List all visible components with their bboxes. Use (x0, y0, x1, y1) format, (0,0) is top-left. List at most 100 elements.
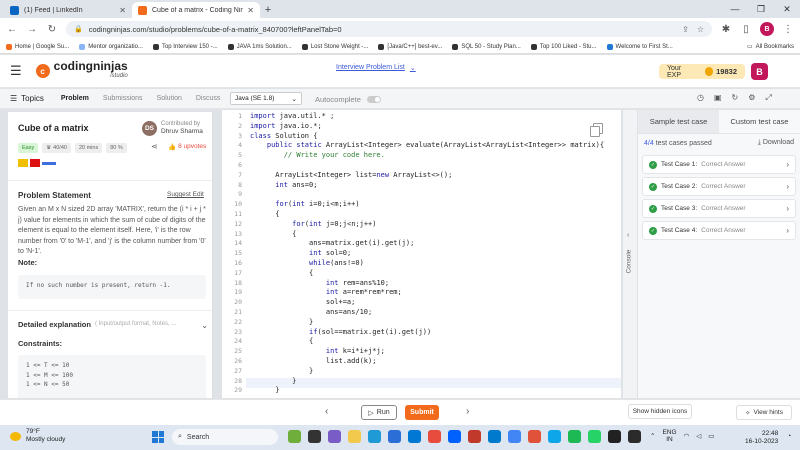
tab-solution[interactable]: Solution (150, 89, 189, 109)
upvote-button[interactable]: 👍 8 upvotes (168, 143, 206, 151)
edge-icon[interactable] (368, 430, 381, 443)
app-icon[interactable] (628, 430, 641, 443)
browser-icon[interactable] (508, 430, 521, 443)
code-line[interactable]: ArrayList<Integer> list=new ArrayList<>(… (250, 171, 452, 181)
file-explorer-icon[interactable] (348, 430, 361, 443)
reset-icon[interactable]: ↻ (732, 93, 739, 103)
exp-badge[interactable]: Your EXP 19832 (659, 64, 745, 79)
code-line[interactable]: { (250, 337, 313, 347)
chrome-icon[interactable] (388, 430, 401, 443)
settings-icon[interactable]: ⚙ (748, 93, 755, 103)
start-button[interactable] (152, 431, 164, 443)
test-case-item[interactable]: ✓ Test Case 2: Correct Answer › (642, 177, 796, 196)
extensions-icon[interactable]: ✱ (720, 24, 732, 35)
browser-tab-linkedin[interactable]: (1) Feed | LinkedIn ✕ (4, 2, 132, 18)
url-field[interactable]: 🔒 codingninjas.com/studio/problems/cube-… (66, 21, 712, 37)
close-icon[interactable]: ✕ (247, 6, 254, 15)
tab-submissions[interactable]: Submissions (96, 89, 150, 109)
teams-icon[interactable] (328, 430, 341, 443)
notification-icon[interactable]: ◔ (787, 433, 791, 440)
bookmark-item[interactable]: JAVA 1ms Solution... (227, 43, 292, 50)
interview-problem-list-link[interactable]: Interview Problem List ⌄ (336, 64, 416, 72)
forward-icon[interactable]: → (26, 24, 38, 35)
code-line[interactable]: list.add(k); (250, 357, 377, 367)
volume-icon[interactable]: ◁ (696, 432, 701, 440)
chevron-up-icon[interactable]: ⌃ (650, 432, 655, 440)
code-line[interactable]: int a=rem*rem*rem; (250, 288, 402, 298)
code-line[interactable]: int sol=0; (250, 249, 351, 259)
menu-dots-icon[interactable]: ⋮ (782, 24, 794, 35)
next-problem-icon[interactable]: › (466, 406, 469, 417)
wifi-icon[interactable]: ◠ (684, 432, 690, 440)
timer-icon[interactable]: ◷ (697, 93, 704, 103)
reload-icon[interactable]: ↻ (46, 24, 58, 35)
hamburger-menu-icon[interactable]: ☰ (10, 63, 22, 79)
code-line[interactable]: import java.io.*; (250, 122, 322, 132)
copy-icon[interactable] (590, 123, 603, 137)
task-view-icon[interactable] (308, 430, 321, 443)
tab-problem[interactable]: Problem (54, 89, 96, 109)
bookmark-item[interactable]: Lost Stone Weight -... (301, 43, 368, 50)
code-line[interactable]: // Write your code here. (250, 151, 385, 161)
code-line[interactable]: } (250, 386, 279, 396)
language-indicator[interactable]: ENG IN (662, 429, 676, 443)
code-line[interactable]: { (250, 210, 279, 220)
office-icon[interactable] (428, 430, 441, 443)
save-icon[interactable]: ▣ (714, 93, 722, 103)
download-button[interactable]: ⤓ Download (758, 139, 794, 147)
code-line[interactable]: { (250, 269, 313, 279)
close-icon[interactable]: ✕ (119, 6, 126, 15)
suggest-edit-link[interactable]: Suggest Edit (167, 191, 204, 198)
tab-discuss[interactable]: Discuss (189, 89, 228, 109)
weather-widget[interactable]: 79°F Mostly cloudy (10, 428, 65, 444)
bookmark-item[interactable]: Home | Google Su... (6, 43, 69, 50)
share-icon[interactable]: ⇪ (682, 25, 689, 34)
autocomplete-toggle[interactable]: Autocomplete (315, 95, 381, 104)
code-line[interactable]: int ans=0; (250, 181, 317, 191)
toggle-switch[interactable] (366, 96, 381, 103)
site-logo[interactable]: c codingninjas/studio (35, 60, 128, 81)
code-line[interactable]: } (250, 367, 313, 377)
code-line[interactable]: import java.util.* ; (250, 112, 334, 122)
fullscreen-icon[interactable]: ⤢ (765, 93, 771, 103)
tab-sample-test-case[interactable]: Sample test case (638, 110, 719, 133)
code-line[interactable]: ans=matrix.get(i).get(j); (250, 239, 414, 249)
code-line[interactable]: int k=i*i+j*j; (250, 347, 385, 357)
browser-tab-codingninjas[interactable]: Cube of a matrix - Coding Ninja ✕ (132, 2, 260, 18)
app-icon[interactable] (468, 430, 481, 443)
sidepanel-icon[interactable]: ▯ (740, 24, 752, 35)
language-select[interactable]: Java (SE 1.8) ⌄ (230, 92, 302, 105)
bookmark-item[interactable]: Mentor organizatio... (79, 43, 143, 50)
bookmark-item[interactable]: [Java/C++] best-ev... (378, 43, 442, 50)
new-tab-button[interactable]: + (260, 2, 276, 18)
test-case-item[interactable]: ✓ Test Case 1: Correct Answer › (642, 155, 796, 174)
battery-icon[interactable]: ▭ (708, 432, 714, 440)
bookmark-item[interactable]: Welcome to First St... (606, 43, 673, 50)
detailed-explanation-toggle[interactable]: Detailed explanation( Input/output forma… (18, 320, 208, 330)
terminal-icon[interactable] (608, 430, 621, 443)
code-line[interactable]: int rem=ans%10; (250, 279, 389, 289)
code-editor[interactable]: 1 2 3 4 5 6 7 8 9 10 11 12 13 14 15 16 17 18 19 20 21 22 23 24 2… (222, 110, 621, 398)
taskbar-search[interactable]: ⌕ Search (172, 429, 278, 445)
share-icon[interactable]: ⋖ (151, 142, 158, 151)
code-line[interactable]: for(int j=0;j<n;j++) (250, 220, 376, 230)
mail-icon[interactable] (408, 430, 421, 443)
code-line[interactable]: for(int i=0;i<m;i++) (250, 200, 359, 210)
profile-avatar[interactable]: B (760, 22, 774, 36)
star-icon[interactable]: ☆ (697, 25, 704, 34)
widget-icon[interactable] (288, 430, 301, 443)
code-line[interactable]: public static ArrayList<Integer> evaluat… (250, 141, 604, 151)
code-line[interactable]: } (250, 377, 296, 387)
view-hints-button[interactable]: ✧ View hints (736, 405, 792, 420)
test-case-item[interactable]: ✓ Test Case 4: Correct Answer › (642, 221, 796, 240)
bookmark-item[interactable]: Top Interview 150 -... (152, 43, 218, 50)
tab-custom-test-case[interactable]: Custom test case (719, 110, 800, 133)
clock[interactable]: 22:48 16-10-2023 (745, 430, 778, 445)
dropbox-icon[interactable] (448, 430, 461, 443)
code-line[interactable]: } (250, 318, 313, 328)
close-window-icon[interactable]: ✕ (774, 0, 800, 18)
bookmark-item[interactable]: Top 100 Liked - Stu... (530, 43, 597, 50)
all-bookmarks[interactable]: ▭ All Bookmarks (747, 43, 794, 51)
test-case-item[interactable]: ✓ Test Case 3: Correct Answer › (642, 199, 796, 218)
minimize-icon[interactable]: — (722, 0, 748, 18)
